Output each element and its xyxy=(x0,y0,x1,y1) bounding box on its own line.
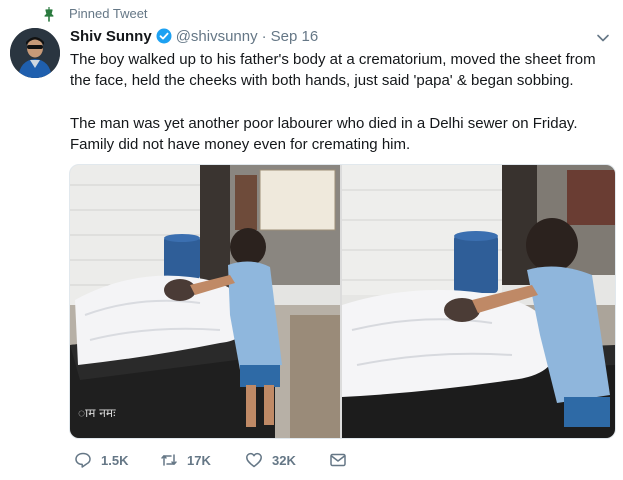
retweet-count: 17K xyxy=(187,452,211,468)
chevron-down-icon[interactable] xyxy=(596,31,610,45)
retweet-button[interactable]: 17K xyxy=(160,450,211,470)
direct-message-button[interactable] xyxy=(329,450,347,470)
author-handle[interactable]: @shivsunny xyxy=(176,28,258,45)
author-name[interactable]: Shiv Sunny xyxy=(70,28,152,45)
avatar[interactable] xyxy=(10,28,60,78)
heart-icon xyxy=(246,452,262,468)
tweet-paragraph-1: The boy walked up to his father's body a… xyxy=(70,51,596,89)
pinned-tweet-label: Pinned Tweet xyxy=(69,6,148,21)
envelope-icon xyxy=(330,453,346,467)
reply-button[interactable]: 1.5K xyxy=(74,450,128,470)
like-button[interactable]: 32K xyxy=(245,450,296,470)
media-photo-left[interactable]: ाम नमः xyxy=(70,165,340,438)
tweet-media[interactable]: ाम नमः xyxy=(69,164,616,439)
reply-count: 1.5K xyxy=(101,452,129,468)
retweet-icon xyxy=(161,454,177,466)
tweet-paragraph-2: The man was yet another poor labourer wh… xyxy=(70,115,578,153)
reply-icon xyxy=(75,452,91,468)
like-count: 32K xyxy=(272,452,296,468)
avatar-photo xyxy=(10,28,60,78)
media-photo-right[interactable] xyxy=(342,165,615,438)
verified-badge-icon xyxy=(156,28,172,44)
header-separator: · xyxy=(261,27,267,45)
tweet-date[interactable]: Sep 16 xyxy=(271,28,319,45)
svg-text:ाम नमः: ाम नमः xyxy=(78,406,116,420)
tweet-text: The boy walked up to his father's body a… xyxy=(70,49,615,155)
tweet-header: Shiv Sunny @shivsunny · Sep 16 xyxy=(70,26,318,46)
pin-icon xyxy=(44,7,54,22)
